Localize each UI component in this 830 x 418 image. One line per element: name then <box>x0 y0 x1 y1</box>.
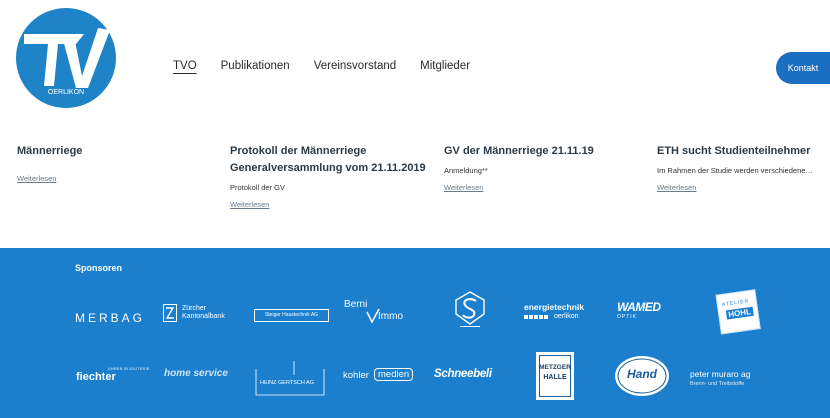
muraro-label: peter muraro ag <box>690 369 751 379</box>
sponsor-schneebeli[interactable]: Schneebeli <box>434 368 492 380</box>
metzger-label: METZGER <box>539 364 571 371</box>
sponsor-steiger[interactable]: Steiger Haustechnik AG <box>254 309 329 322</box>
wamed-sub: OPTIK <box>617 314 638 320</box>
hand-label: Hand <box>627 367 657 381</box>
wamed-label: WAMED <box>617 300 661 314</box>
energie-squares <box>524 315 548 319</box>
nav-item-vereinsvorstand[interactable]: Vereinsvorstand <box>314 60 396 72</box>
news-item-4: ETH sucht Studienteilnehmer Im Rahmen de… <box>657 143 822 195</box>
read-more-link[interactable]: Weiterlesen <box>444 183 483 192</box>
news-excerpt: Protokoll der GV <box>230 183 286 192</box>
sponsor-peter-muraro[interactable]: peter muraro ag Brenn- und Treibstoffe <box>690 369 790 387</box>
sponsor-fiechter[interactable]: UHREN BIJOUTERIE fiechter <box>76 367 156 389</box>
sponsors-footer <box>0 248 830 418</box>
gertsch-label: HEINZ GERTSCH AG <box>260 380 314 386</box>
news-item-2: Protokoll der Männerriege Generalversamm… <box>230 143 430 212</box>
sponsor-wamed[interactable]: WAMED OPTIK <box>617 300 687 326</box>
sponsor-berni-immo[interactable]: Berni Immo <box>344 299 424 327</box>
medien-label: medien <box>374 368 414 381</box>
read-more-link[interactable]: Weiterlesen <box>657 183 696 192</box>
fiechter-label: fiechter <box>76 371 116 383</box>
sponsor-heinz-gertsch[interactable]: HEINZ GERTSCH AG <box>254 359 326 397</box>
nav-item-publikationen[interactable]: Publikationen <box>221 60 290 72</box>
gertsch-frame <box>255 361 325 396</box>
news-item-1: Männerriege Weiterlesen <box>17 143 167 186</box>
kohler-label: kohler <box>343 370 369 381</box>
berni-label: Berni <box>344 299 368 310</box>
sponsor-energietechnik[interactable]: energietechnik oerlikon <box>524 302 604 326</box>
news-excerpt: Im Rahmen der Studie werden verschiedene… <box>657 166 813 175</box>
sponsor-zkb[interactable]: Zürcher Kantonalbank <box>163 300 243 328</box>
contact-button[interactable]: Kontakt <box>776 52 830 84</box>
sponsor-home-service[interactable]: home service <box>164 368 228 379</box>
news-title[interactable]: Protokoll der Männerriege Generalversamm… <box>230 143 430 177</box>
main-nav: TVO Publikationen Vereinsvorstand Mitgli… <box>173 60 494 72</box>
logo-text: OERLIKON <box>48 89 84 96</box>
news-title[interactable]: GV der Männerriege 21.11.19 <box>444 143 614 160</box>
sponsor-atelier-hohl[interactable]: ATELIER HOHL <box>715 289 761 335</box>
news-excerpt: Anmeldung** <box>444 166 488 175</box>
muraro-sub: Brenn- und Treibstoffe <box>690 381 745 387</box>
zkb-label: Zürcher Kantonalbank <box>182 305 225 320</box>
nav-item-tvo[interactable]: TVO <box>173 60 197 72</box>
news-item-3: GV der Männerriege 21.11.19 Anmeldung** … <box>444 143 614 195</box>
news-title[interactable]: ETH sucht Studienteilnehmer <box>657 143 822 160</box>
sponsor-merbag[interactable]: MERBAG <box>75 311 145 325</box>
halle-label: HALLE <box>543 374 567 381</box>
read-more-link[interactable]: Weiterlesen <box>17 174 56 183</box>
sponsor-s-logo[interactable] <box>452 290 488 330</box>
sponsors-title: Sponsoren <box>75 263 123 273</box>
sponsor-hand[interactable]: Hand <box>613 354 671 398</box>
sponsor-metzger-halle[interactable]: METZGER HALLE <box>536 352 574 400</box>
nav-item-mitglieder[interactable]: Mitglieder <box>420 60 470 72</box>
read-more-link[interactable]: Weiterlesen <box>230 200 269 209</box>
energie-label: energietechnik <box>524 302 584 312</box>
sponsor-kohler-medien[interactable]: kohler medien <box>343 368 423 386</box>
zkb-icon <box>163 304 177 322</box>
tvo-logo[interactable]: OERLIKON <box>14 6 118 110</box>
news-title[interactable]: Männerriege <box>17 143 167 160</box>
oerlikon-label: oerlikon <box>554 313 579 320</box>
immo-label: Immo <box>378 311 403 322</box>
